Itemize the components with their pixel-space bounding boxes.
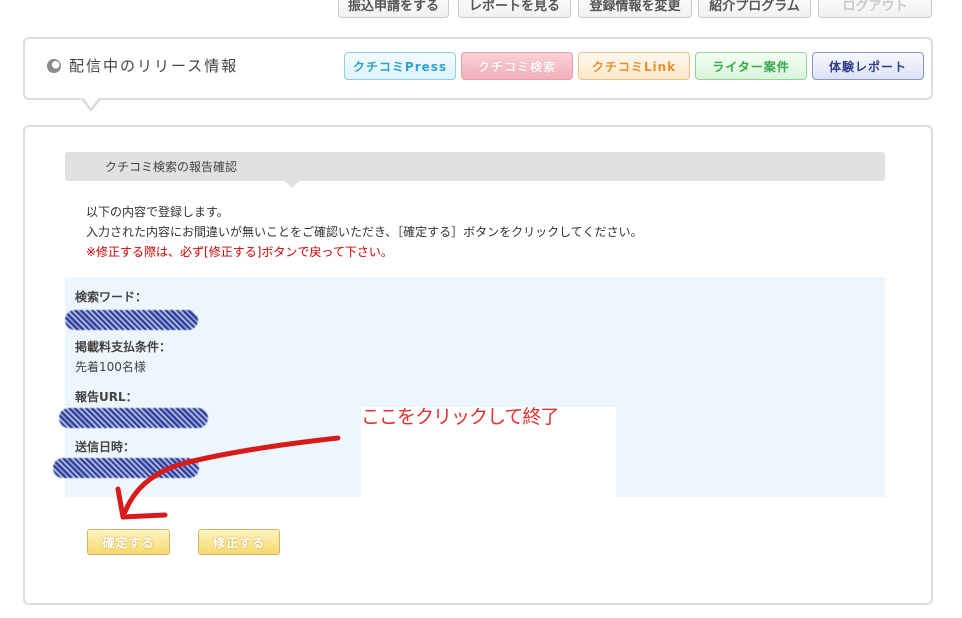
referral-program-button[interactable]: 紹介プログラム: [698, 0, 811, 18]
view-report-button[interactable]: レポートを見る: [458, 0, 571, 18]
release-info-title: 配信中のリリース情報: [69, 57, 239, 75]
kuchikomi-link-button[interactable]: クチコミLink: [578, 52, 690, 80]
kuchikomi-press-button[interactable]: クチコミPress: [344, 52, 456, 80]
experience-report-button[interactable]: 体験レポート: [812, 52, 924, 80]
logout-button[interactable]: ログアウト: [818, 0, 932, 18]
top-navigation: 振込申請をする レポートを見る 登録情報を変更 紹介プログラム ログアウト: [0, 0, 962, 20]
writer-project-button[interactable]: ライター案件: [695, 52, 807, 80]
confirm-button[interactable]: 確定する: [87, 529, 170, 555]
main-panel: クチコミ検索の報告確認 以下の内容で登録します。 入力された内容にお間違いが無い…: [23, 125, 933, 605]
kuchikomi-kensaku-button[interactable]: クチコミ検索: [461, 52, 573, 80]
edit-registration-button[interactable]: 登録情報を変更: [578, 0, 692, 18]
edit-button[interactable]: 修正する: [198, 529, 280, 555]
release-panel-pointer-inner: [83, 97, 99, 108]
circle-arrow-icon: [47, 59, 61, 73]
release-info-panel: 配信中のリリース情報 クチコミPress クチコミ検索 クチコミLink ライタ…: [23, 37, 933, 100]
transfer-request-button[interactable]: 振込申請をする: [338, 0, 449, 18]
